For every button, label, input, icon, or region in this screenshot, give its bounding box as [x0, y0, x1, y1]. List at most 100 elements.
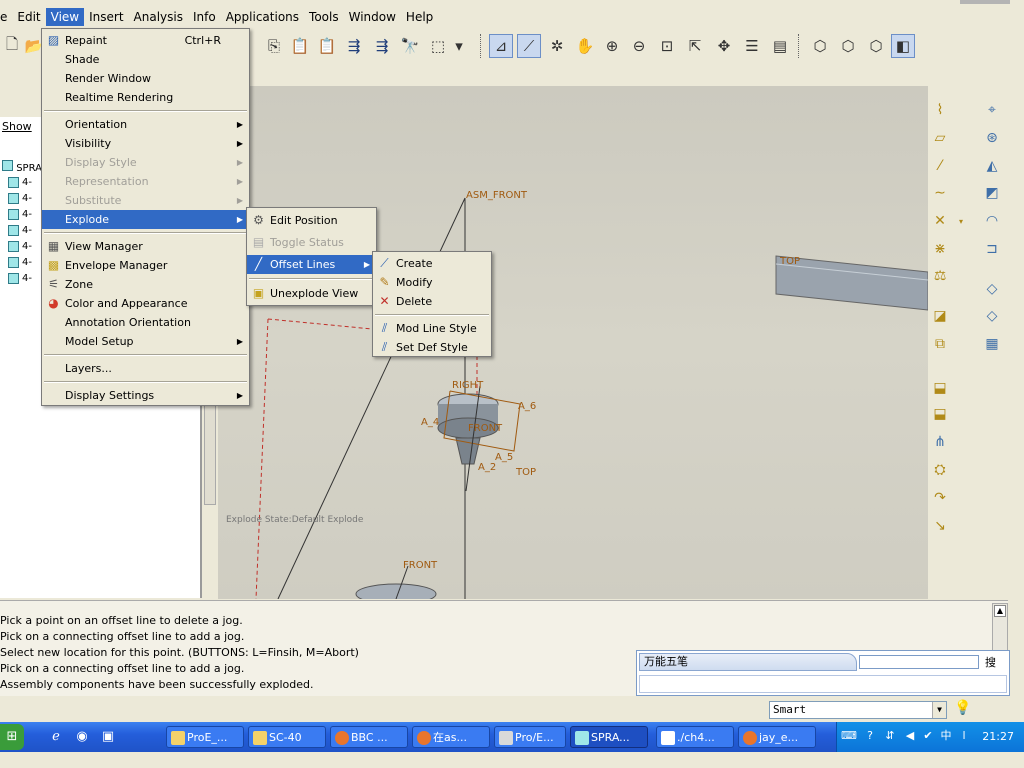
graphics-viewport[interactable]: ASM_FRONT TOP RIGHT A_6 A_4 FRONT A_5 A_… — [218, 86, 928, 599]
tree-item[interactable]: 4- — [8, 225, 32, 236]
keyboard-icon[interactable]: ⌨ — [841, 729, 857, 743]
feature-tool-icon[interactable]: ⛭ — [930, 460, 950, 480]
menu-view[interactable]: View — [45, 8, 85, 26]
menu-item-shade[interactable]: Shade — [42, 50, 249, 69]
antivirus-icon[interactable]: ✔ — [921, 729, 935, 743]
sweep-tool-icon[interactable]: ◭ — [982, 156, 1002, 176]
merge-icon[interactable]: ↷ — [930, 488, 950, 508]
desktop-icon[interactable]: ▣ — [98, 727, 118, 747]
analysis-tool-icon[interactable]: ⚖ — [930, 266, 950, 286]
coordinate-system-icon[interactable]: ⋇ — [930, 239, 950, 259]
menu-file[interactable]: e — [0, 8, 12, 26]
reorient-icon[interactable]: ⇱ — [683, 34, 707, 58]
datum-axis-display-icon[interactable]: ⟋ — [517, 34, 541, 58]
task-button-active[interactable]: SPRA... — [570, 726, 648, 748]
menu-item-delete[interactable]: ✕ Delete — [373, 292, 491, 311]
ime-search-button[interactable]: 搜 — [985, 654, 996, 670]
select-box-icon[interactable]: ⬚ — [426, 34, 450, 58]
zoom-in-icon[interactable]: ⊕ — [600, 34, 624, 58]
media-icon[interactable]: ◉ — [72, 727, 92, 747]
curve-tool-icon[interactable]: ∼ — [930, 183, 950, 203]
lightbulb-icon[interactable]: 💡 — [954, 700, 971, 716]
menu-item-visibility[interactable]: Visibility ▶ — [42, 134, 249, 153]
tree-item[interactable]: 4- — [8, 273, 32, 284]
menu-help[interactable]: Help — [401, 8, 438, 26]
spin-center-icon[interactable]: ✥ — [712, 34, 736, 58]
menu-item-set-def-style[interactable]: ⫽ Set Def Style — [373, 338, 491, 357]
tree-item[interactable]: 4- — [8, 193, 32, 204]
shell-tool-icon[interactable]: ⊐ — [982, 239, 1002, 259]
regenerate-icon[interactable]: ⇶ — [342, 34, 366, 58]
task-button[interactable]: ./ch4... — [656, 726, 734, 748]
zoom-out-icon[interactable]: ⊖ — [627, 34, 651, 58]
draft-tool-icon[interactable]: ◇ — [982, 279, 1002, 299]
chevron-down-icon[interactable]: ▼ — [932, 702, 946, 718]
copy-icon[interactable]: ⎘ — [262, 34, 286, 58]
create-component-icon[interactable]: ⬓ — [930, 404, 950, 424]
refit-icon[interactable]: ⊡ — [655, 34, 679, 58]
task-button[interactable]: BBC ... — [330, 726, 408, 748]
sketch-tool-icon[interactable]: ◪ — [930, 306, 950, 326]
point-tool-icon[interactable]: ✕ — [930, 211, 950, 231]
round-tool-icon[interactable]: ◠ — [982, 211, 1002, 231]
ie-icon[interactable]: ℯ — [46, 727, 66, 747]
task-button[interactable]: 在as... — [412, 726, 490, 748]
paste-special-icon[interactable]: 📋 — [315, 34, 339, 58]
help-icon[interactable]: ? — [863, 729, 877, 743]
hidden-line-icon[interactable]: ⬡ — [836, 34, 860, 58]
menu-item-repaint[interactable]: ▨ Repaint Ctrl+R — [42, 31, 249, 50]
menu-applications[interactable]: Applications — [221, 8, 304, 26]
chevron-down-icon[interactable]: ▾ — [956, 211, 966, 231]
ime-candidate-line[interactable] — [639, 675, 1007, 693]
chevron-down-icon[interactable]: ▾ — [452, 34, 466, 58]
menu-item-edit-position[interactable]: ⚙ Edit Position — [247, 211, 376, 230]
mirror-icon[interactable]: ⋔ — [930, 432, 950, 452]
menu-item-mod-line-style[interactable]: ⫽ Mod Line Style — [373, 319, 491, 338]
menu-item-explode[interactable]: Explode ▶ — [42, 210, 249, 229]
menu-item-realtime-rendering[interactable]: Realtime Rendering — [42, 88, 249, 107]
menu-item-layers[interactable]: Layers... — [42, 359, 249, 378]
show-button[interactable]: Show — [2, 120, 32, 133]
layers-icon[interactable]: ☰ — [740, 34, 764, 58]
menu-item-zone[interactable]: ⚟ Zone — [42, 275, 249, 294]
regen-manager-icon[interactable]: ⇶ — [370, 34, 394, 58]
tree-item[interactable]: 4- — [8, 209, 32, 220]
axis-tool-icon[interactable]: ⁄ — [930, 156, 950, 176]
pattern-tool-icon[interactable]: ◇ — [982, 306, 1002, 326]
menu-edit[interactable]: Edit — [12, 8, 45, 26]
task-button[interactable]: ProE_... — [166, 726, 244, 748]
grid-tool-icon[interactable]: ▦ — [982, 334, 1002, 354]
menu-item-envelope-manager[interactable]: ▩ Envelope Manager — [42, 256, 249, 275]
hole-tool-icon[interactable]: ⌖ — [982, 100, 1002, 120]
menu-item-modify[interactable]: ✎ Modify — [373, 273, 491, 292]
start-button[interactable]: ⊞ — [0, 724, 24, 750]
volume-icon[interactable]: ◀ — [903, 729, 917, 743]
menu-item-render-window[interactable]: Render Window — [42, 69, 249, 88]
saved-views-icon[interactable]: ▤ — [768, 34, 792, 58]
scroll-up-icon[interactable]: ▲ — [994, 605, 1006, 617]
paste-icon[interactable]: 📋 — [288, 34, 312, 58]
menu-tools[interactable]: Tools — [304, 8, 344, 26]
tree-item[interactable]: 4- — [8, 177, 32, 188]
blend-tool-icon[interactable]: ◩ — [982, 183, 1002, 203]
menu-item-offset-lines[interactable]: ╱ Offset Lines ▶ — [247, 255, 376, 274]
task-button[interactable]: Pro/E... — [494, 726, 566, 748]
datum-point-display-icon[interactable]: ✲ — [545, 34, 569, 58]
menu-item-view-manager[interactable]: ▦ View Manager — [42, 237, 249, 256]
new-file-icon[interactable]: 🗋 — [0, 34, 24, 58]
ime-tray-icon[interactable]: 中 — [939, 729, 953, 743]
tree-item[interactable]: 4- — [8, 241, 32, 252]
menu-item-annotation-orientation[interactable]: Annotation Orientation — [42, 313, 249, 332]
shading-icon[interactable]: ◧ — [891, 34, 915, 58]
ime-search-input[interactable] — [859, 655, 979, 669]
menu-window[interactable]: Window — [344, 8, 401, 26]
task-button[interactable]: SC-40 — [248, 726, 326, 748]
no-hidden-icon[interactable]: ⬡ — [864, 34, 888, 58]
component-tool-icon[interactable]: ⧉ — [930, 334, 950, 354]
menu-item-color-appearance[interactable]: ◕ Color and Appearance — [42, 294, 249, 313]
selection-filter-dropdown[interactable]: Smart ▼ — [769, 701, 947, 719]
menu-info[interactable]: Info — [188, 8, 221, 26]
plane-tool-icon[interactable]: ▱ — [930, 128, 950, 148]
task-button[interactable]: jay_e... — [738, 726, 816, 748]
menu-item-orientation[interactable]: Orientation ▶ — [42, 115, 249, 134]
